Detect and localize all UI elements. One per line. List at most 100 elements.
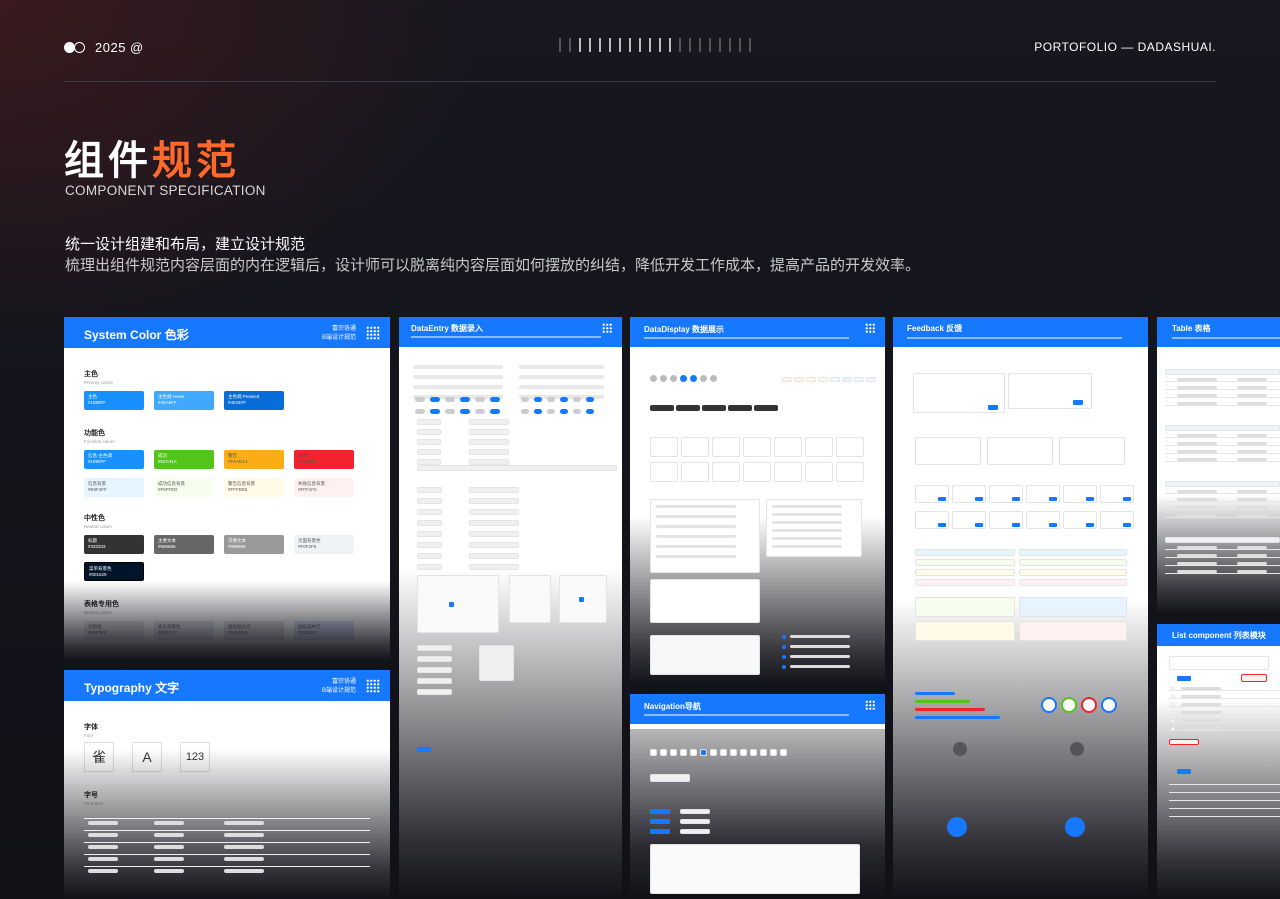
color-swatch: 成功信息背景 #F6FFED [154,478,214,497]
placeholder-block [469,520,519,526]
placeholder-block [417,678,452,684]
placeholder-block [469,439,509,445]
placeholder-block [224,869,264,873]
glyph-number: 123 [180,742,210,772]
color-swatch: 信息-主色调 #1890FF [84,450,144,469]
swatch-code: #1890FF [88,400,107,405]
color-swatch: 信息背景 #E6F4FF [84,478,144,497]
placeholder-block [720,749,727,756]
placeholder-block [915,692,955,695]
placeholder-line [1169,698,1280,699]
placeholder-block [519,375,604,379]
section-function: 功能色 Function colors [84,430,115,444]
card-title: Navigation导航 [644,702,701,711]
placeholder-block [1181,719,1221,722]
placeholder-block [680,819,710,824]
card-tag: 富宗协通 [331,326,356,332]
card-header: DataEntry 数据录入 [399,317,622,347]
placeholder-block [1019,621,1127,641]
placeholder-block [772,537,842,540]
swatch-code: #DCE9FF [298,630,319,635]
placeholder-block [772,545,842,548]
placeholder-block [702,405,726,411]
placeholder-block [782,665,786,669]
placeholder-block [1177,506,1217,509]
placeholder-block [656,515,736,518]
placeholder-block [1086,497,1094,501]
placeholder-block [656,555,736,558]
placeholder-line [84,842,370,843]
placeholder-block [88,821,118,825]
title-orange: 规范 [152,139,240,183]
placeholder-block [660,749,667,756]
placeholder-block [1012,523,1020,527]
placeholder-block [547,409,555,414]
placeholder-block [681,462,709,482]
swatch-code: #52C41A [158,459,177,464]
section-table-colors: 表格专用色 Neutral colors [84,601,119,615]
placeholder-block [521,409,529,414]
placeholder-block [1171,727,1175,731]
placeholder-block [987,437,1053,465]
placeholder-block [760,749,767,756]
placeholder-line [1169,730,1280,731]
placeholder-block [700,749,707,756]
placeholder-block [1177,386,1217,389]
placeholder-block [417,439,441,445]
placeholder-block [154,833,184,837]
placeholder-line [1169,722,1280,723]
placeholder-block [1165,481,1280,487]
placeholder-line [1165,461,1280,462]
placeholder-line [1169,690,1280,691]
placeholder-block [417,645,452,651]
placeholder-block [521,397,529,402]
grid-icon [366,679,380,693]
placeholder-block [88,857,118,861]
swatch-code: #FFFBE6 [228,487,248,492]
placeholder-block [1012,497,1020,501]
placeholder-block [650,844,860,894]
color-swatch: 页面背景色 #F0F2F5 [294,535,354,554]
placeholder-block [475,397,485,402]
card-title: System Color 色彩 [84,328,189,342]
placeholder-block [750,749,757,756]
placeholder-block [830,377,840,382]
description: 梳理出组件规范内容层面的内在逻辑后，设计师可以脱离纯内容层面如何摆放的纠结，降低… [65,257,921,274]
placeholder-line [1165,389,1280,390]
placeholder-block [782,645,786,649]
placeholder-block [1101,697,1117,713]
swatch-code: #4044FF [228,400,247,405]
swatch-code: #F0F0F0 [88,630,107,635]
placeholder-block [1019,579,1127,586]
placeholder-block [743,437,771,457]
card-header: Typography 文字 富宗协通 B端设计规范 [64,670,390,701]
placeholder-block [656,525,736,528]
color-swatch: 鼠标经过行 #E6E8E8 [224,621,284,640]
placeholder-block [154,869,184,873]
placeholder-block [469,564,519,570]
card-header: System Color 色彩 富宗协通 B端设计规范 [64,317,390,348]
card-header: DataDisplay 数据展示 [630,317,885,347]
placeholder-block [560,397,568,402]
placeholder-block [413,375,503,379]
placeholder-block [1086,523,1094,527]
placeholder-block [445,409,455,414]
placeholder-block [1237,546,1267,549]
swatch-code: #FAAD14 [228,459,248,464]
placeholder-block [790,665,850,668]
placeholder-block [1237,402,1267,405]
placeholder-block [1237,442,1267,445]
placeholder-block [519,365,604,369]
placeholder-block [1169,656,1269,670]
swatch-code: #EEF1F7 [158,630,178,635]
placeholder-block [740,749,747,756]
card-typography: Typography 文字 富宗协通 B端设计规范 字体 Font 雀 A 123 … [64,670,390,899]
placeholder-block [534,397,542,402]
placeholder-block [866,377,876,382]
placeholder-block [1019,569,1127,576]
placeholder-block [1177,490,1217,493]
placeholder-block [1049,523,1057,527]
card-title: DataEntry 数据录入 [411,324,484,333]
placeholder-block [1181,695,1221,698]
placeholder-block [88,869,118,873]
